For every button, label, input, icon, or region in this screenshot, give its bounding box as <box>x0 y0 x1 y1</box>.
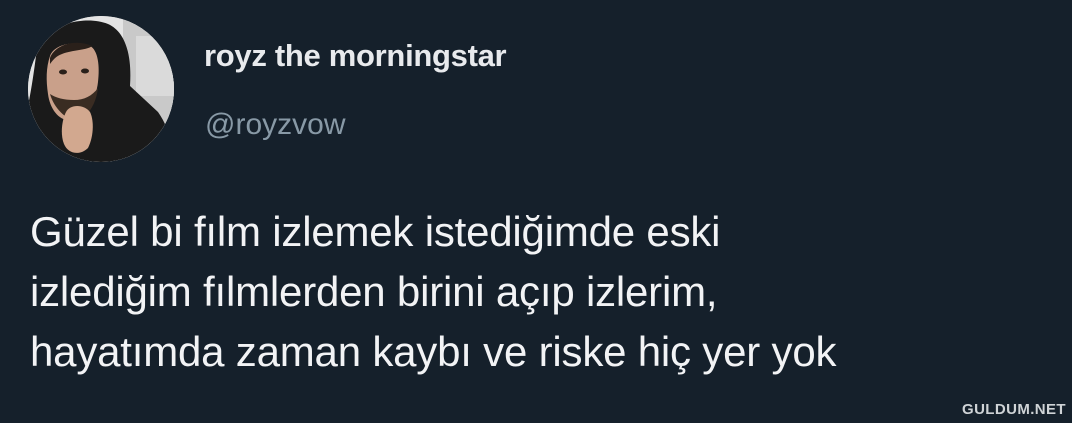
tweet-text-line: Güzel bi fılm izlemek istediğimde eski <box>30 208 721 255</box>
avatar[interactable] <box>28 16 174 162</box>
avatar-photo <box>28 16 174 162</box>
tweet-text-line: izlediğim fılmlerden birini açıp izlerim… <box>30 268 718 315</box>
display-name[interactable]: royz the morningstar <box>204 38 507 74</box>
user-handle[interactable]: @royzvow <box>205 108 345 142</box>
tweet-card: royz the morningstar @royzvow Güzel bi f… <box>0 0 1072 423</box>
tweet-text: Güzel bi fılm izlemek istediğimde eski i… <box>30 202 1050 382</box>
watermark: GULDUM.NET <box>962 401 1066 418</box>
tweet-text-line: hayatımda zaman kaybı ve riske hiç yer y… <box>30 328 837 375</box>
